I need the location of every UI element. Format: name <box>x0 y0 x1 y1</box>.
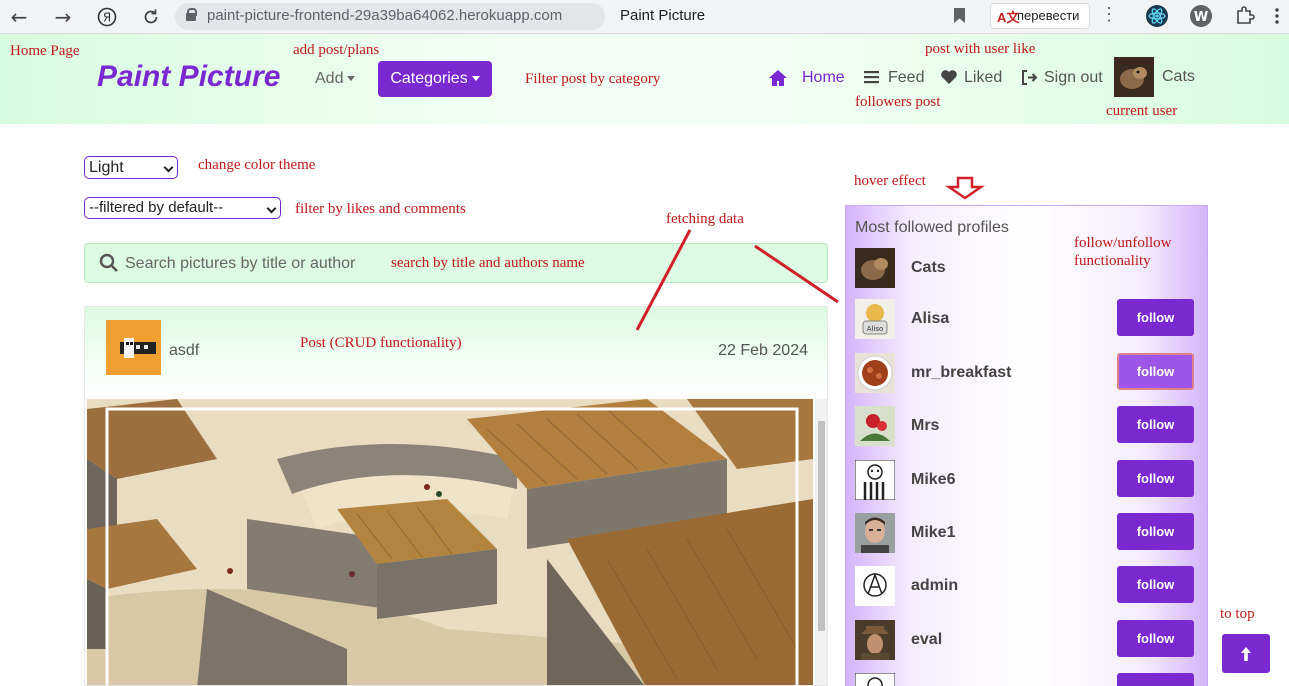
annotation-fetching-data: fetching data <box>666 211 744 227</box>
annotation-filter-likes: filter by likes and comments <box>295 201 466 217</box>
annotation-post-with-like: post with user like <box>925 41 1036 57</box>
down-arrow-icon <box>944 176 986 200</box>
annotation-followers-post: followers post <box>855 94 941 110</box>
annotation-add-post: add post/plans <box>293 42 380 58</box>
annotation-hover-effect: hover effect <box>854 173 926 189</box>
annotation-current-user: current user <box>1106 103 1178 119</box>
annotation-home-page: Home Page <box>10 43 80 59</box>
annotation-follow-functionality: functionality <box>1074 253 1151 269</box>
annotation-arrows <box>635 176 986 331</box>
annotation-to-top: to top <box>1220 606 1255 622</box>
annotation-filter-category: Filter post by category <box>525 71 661 87</box>
annotation-line-2 <box>754 244 839 304</box>
annotation-search-title: search by title and authors name <box>391 255 585 271</box>
annotation-line-1 <box>635 229 692 331</box>
annotation-follow-unfollow: follow/unfollow <box>1074 235 1172 251</box>
annotation-color-theme: change color theme <box>198 157 316 173</box>
annotation-post-crud: Post (CRUD functionality) <box>300 335 462 351</box>
